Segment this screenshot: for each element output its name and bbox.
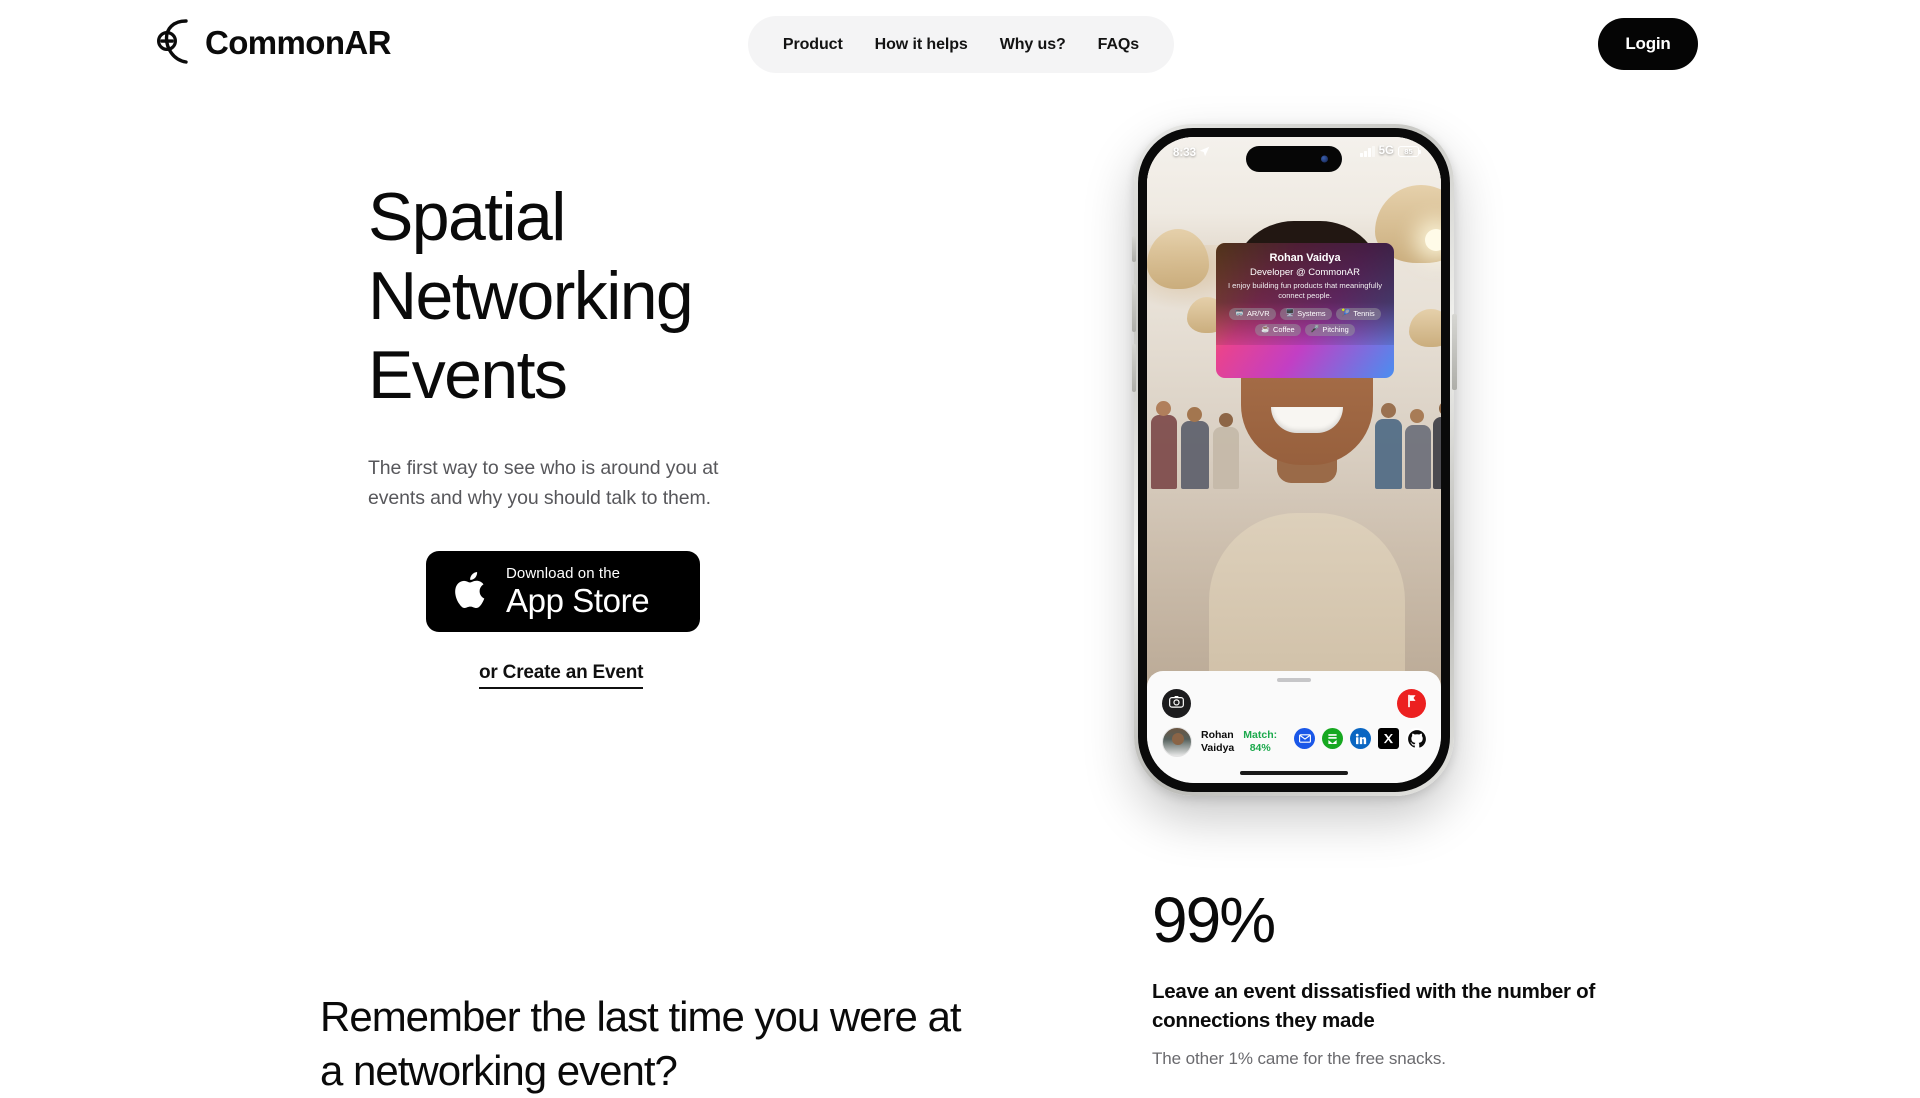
app-store-small-label: Download on the <box>506 565 621 583</box>
sheet-grabber-handle[interactable] <box>1277 678 1311 682</box>
site-header: CommonAR Product How it helps Why us? FA… <box>0 0 1920 90</box>
ar-profile-name: Rohan Vaidya <box>1269 252 1341 264</box>
ar-profile-role: Developer @ CommonAR <box>1250 267 1360 278</box>
ar-tag-pitching[interactable]: 🎤 Pitching <box>1304 323 1355 336</box>
ar-interest-tags: 🥽 AR/VR 🖥️ Systems 🎾 Tennis ☕ Coffee 🎤 P… <box>1224 307 1386 336</box>
hero-section: Spatial Networking Events The first way … <box>368 178 888 690</box>
ar-tag-coffee[interactable]: ☕ Coffee <box>1255 323 1301 336</box>
person-name-line2: Vaidya <box>1201 742 1235 754</box>
nav-item-product[interactable]: Product <box>761 36 859 54</box>
phone-silent-switch <box>1132 236 1136 262</box>
lamp-glow <box>1425 229 1441 251</box>
ar-tag-systems[interactable]: 🖥️ Systems <box>1279 307 1332 320</box>
ar-tag-label: AR/VR <box>1246 309 1270 318</box>
nav-item-why-us[interactable]: Why us? <box>984 36 1082 54</box>
phone-bottom-sheet: Rohan Vaidya Match: 84% <box>1147 671 1441 783</box>
nav-item-how-it-helps[interactable]: How it helps <box>859 36 984 54</box>
stat-note: The other 1% came for the free snacks. <box>1152 1049 1446 1069</box>
linkedin-icon[interactable] <box>1350 728 1371 749</box>
battery-indicator: 85 <box>1398 145 1422 157</box>
network-type: 5G <box>1378 145 1394 157</box>
ar-profile-card[interactable]: Rohan Vaidya Developer @ CommonAR I enjo… <box>1216 243 1394 345</box>
systems-emoji-icon: 🖥️ <box>1285 310 1295 317</box>
hero-subtitle: The first way to see who is around you a… <box>368 456 719 509</box>
cellular-bars-icon <box>1360 145 1375 157</box>
phone-volume-down-button <box>1131 344 1136 392</box>
hero-title: Spatial Networking Events <box>368 179 694 413</box>
matched-person-row[interactable]: Rohan Vaidya Match: 84% <box>1162 727 1277 757</box>
ar-tag-label: Coffee <box>1273 325 1295 334</box>
ar-tag-arvr[interactable]: 🥽 AR/VR <box>1229 307 1276 320</box>
location-arrow-icon <box>1199 146 1210 160</box>
pendant-lamp <box>1409 309 1441 347</box>
nav-item-faqs[interactable]: FAQs <box>1082 36 1161 54</box>
app-store-big-label: App Store <box>506 582 650 620</box>
pitching-emoji-icon: 🎤 <box>1310 326 1320 333</box>
tennis-emoji-icon: 🎾 <box>1341 310 1351 317</box>
ar-tag-tennis[interactable]: 🎾 Tennis <box>1335 307 1381 320</box>
arvr-emoji-icon: 🥽 <box>1235 310 1244 317</box>
brand-name: CommonAR <box>205 23 391 61</box>
ar-tag-label: Tennis <box>1353 309 1375 318</box>
ar-tag-label: Systems <box>1297 309 1326 318</box>
person-name-line1: Rohan <box>1201 728 1234 741</box>
phone-volume-up-button <box>1131 284 1136 332</box>
phone-bezel: Rohan Vaidya Developer @ CommonAR I enjo… <box>1138 128 1450 792</box>
ar-camera-view: Rohan Vaidya Developer @ CommonAR I enjo… <box>1147 137 1441 703</box>
apple-logo-icon <box>452 566 492 617</box>
substack-icon[interactable] <box>1322 728 1343 749</box>
github-icon[interactable] <box>1406 728 1427 749</box>
login-button[interactable]: Login <box>1598 18 1698 70</box>
phone-frame: Rohan Vaidya Developer @ CommonAR I enjo… <box>1131 124 1457 796</box>
stat-headline: Leave an event dissatisfied with the num… <box>1152 980 1596 1032</box>
social-links <box>1294 728 1427 749</box>
main-nav: Product How it helps Why us? FAQs <box>748 16 1174 73</box>
phone-status-bar: 8:33 5G 85 <box>1147 137 1441 172</box>
match-label: Match: <box>1243 728 1278 741</box>
ar-profile-bio: I enjoy building fun products that meani… <box>1227 281 1383 301</box>
phone-mockup: Rohan Vaidya Developer @ CommonAR I enjo… <box>1131 124 1457 796</box>
battery-level: 85 <box>1404 146 1413 156</box>
stat-block: 99% Leave an event dissatisfied with the… <box>1152 888 1622 1069</box>
avatar <box>1162 727 1192 757</box>
report-button[interactable] <box>1397 689 1426 718</box>
dynamic-island <box>1246 146 1342 172</box>
x-twitter-icon[interactable] <box>1378 728 1399 749</box>
match-value: 84% <box>1249 742 1271 754</box>
matched-person-name: Rohan Vaidya <box>1201 729 1234 755</box>
section-heading: Remember the last time you were at a net… <box>320 993 962 1094</box>
report-flag-icon <box>1406 694 1417 713</box>
phone-power-button <box>1452 314 1457 390</box>
camera-icon <box>1169 695 1184 713</box>
status-time: 8:33 <box>1173 147 1197 159</box>
coffee-emoji-icon: ☕ <box>1261 326 1271 333</box>
phone-screen: Rohan Vaidya Developer @ CommonAR I enjo… <box>1147 137 1441 783</box>
commonar-c-lens-logo-icon <box>157 16 191 68</box>
email-icon[interactable] <box>1294 728 1315 749</box>
camera-shutter-button[interactable] <box>1162 689 1191 718</box>
create-event-link[interactable]: or Create an Event <box>479 662 643 690</box>
front-camera-lens <box>1321 155 1328 163</box>
ar-tag-label: Pitching <box>1322 325 1349 334</box>
brand-logo[interactable]: CommonAR <box>157 16 391 68</box>
stat-number: 99% <box>1152 884 1276 956</box>
download-app-store-button[interactable]: Download on the App Store <box>426 551 700 633</box>
home-indicator <box>1240 771 1348 775</box>
match-score: Match: 84% <box>1243 729 1277 755</box>
